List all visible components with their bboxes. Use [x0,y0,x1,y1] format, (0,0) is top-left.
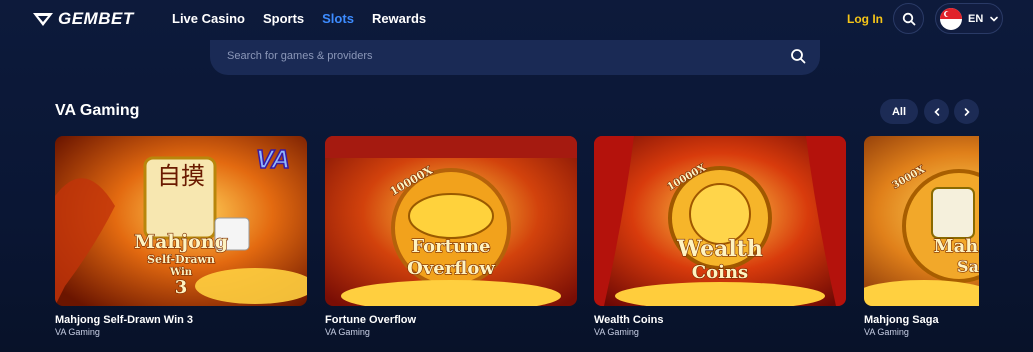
game-title[interactable]: Mahjong Saga [864,314,939,326]
game-art-line: Wealth [676,236,763,262]
game-art-line: Self-Drawn [147,253,215,266]
game-thumbnail: 自摸 Mahjong Self-Drawn Win 3 VA [55,136,307,306]
game-badge: VA [256,144,290,174]
game-title[interactable]: Fortune Overflow [325,314,416,326]
game-art-line: Fortune [411,236,490,257]
game-title[interactable]: Wealth Coins [594,314,663,326]
game-title[interactable]: Mahjong Self-Drawn Win 3 [55,314,193,326]
game-card-fortune-overflow[interactable]: 10000X Fortune Overflow [325,136,577,306]
game-provider: VA Gaming [55,327,100,337]
game-art-line: Sa [957,257,979,276]
game-provider: VA Gaming [594,327,639,337]
game-art-line: Coins [692,262,748,283]
game-art-line: Overflow [407,258,495,279]
game-art-line: Mah [934,236,979,257]
tile-glyph: 自摸 [157,162,205,190]
chevron-down-icon [990,16,999,22]
game-art-line: 3 [175,277,188,298]
game-carousel: 自摸 Mahjong Self-Drawn Win 3 VA Mahjong S… [0,0,979,352]
game-card-mahjong-self-drawn-win-3[interactable]: 自摸 Mahjong Self-Drawn Win 3 VA [55,136,307,306]
game-provider: VA Gaming [864,327,909,337]
game-card-wealth-coins[interactable]: 10000X Wealth Coins [594,136,846,306]
game-card-mahjong-saga[interactable]: 3000X Mah Sa [864,136,979,306]
game-thumbnail: 3000X Mah Sa [864,136,979,306]
game-art-line: Mahjong [134,231,228,253]
game-thumbnail: 10000X Wealth Coins [594,136,846,306]
game-provider: VA Gaming [325,327,370,337]
game-thumbnail: 10000X Fortune Overflow [325,136,577,306]
